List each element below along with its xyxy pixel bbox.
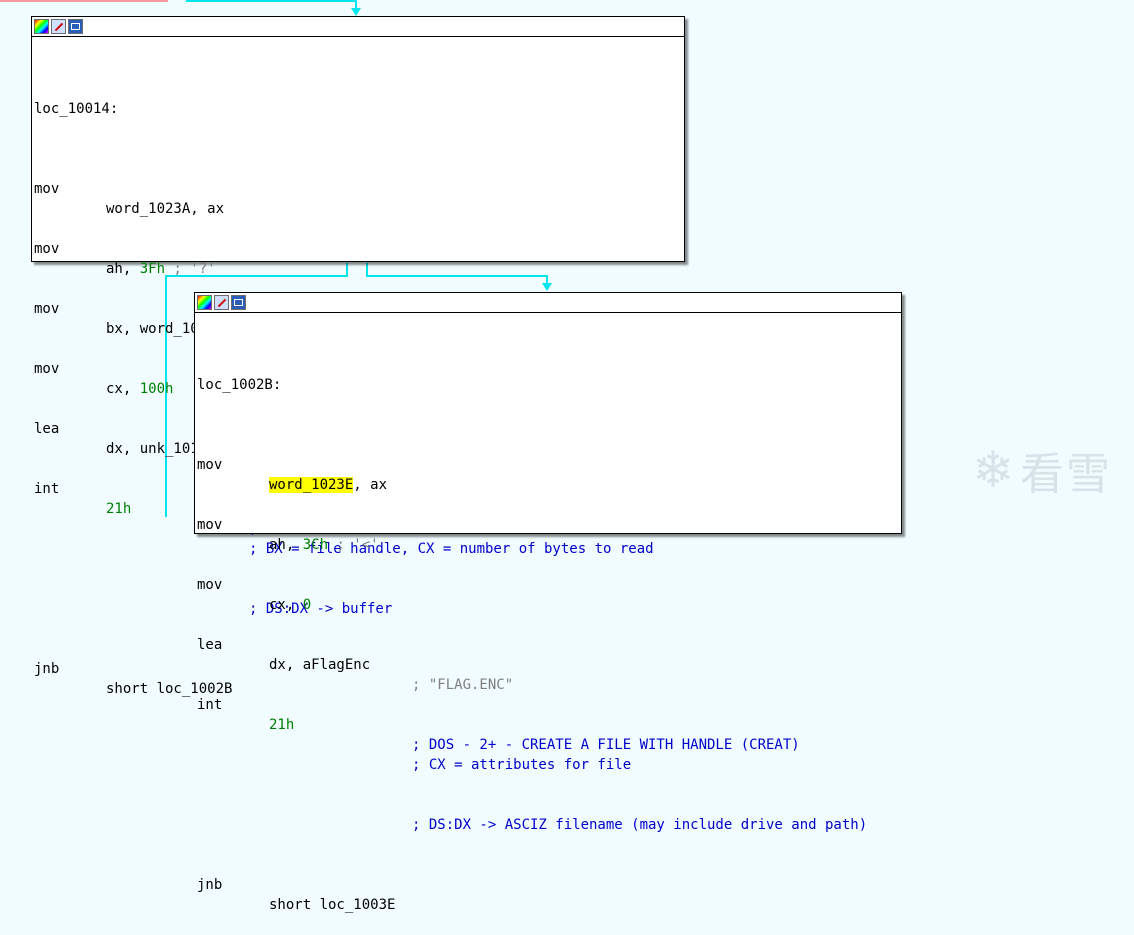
block-titlebar: [32, 17, 684, 37]
snowflake-icon: ❄: [972, 441, 1016, 499]
graph-icon[interactable]: [231, 295, 246, 310]
edge-into-node1: [186, 0, 357, 10]
comment: ; DS:DX -> ASCIZ filename (may include d…: [412, 817, 868, 833]
code-listing: loc_1002B: mov word_1023E, ax mov ah, 3C…: [195, 313, 901, 915]
immediate-value: 21h: [269, 717, 295, 733]
color-icon[interactable]: [34, 19, 49, 34]
instruction-line[interactable]: mov ah, 3Fh ; '?': [34, 219, 684, 277]
instruction-line[interactable]: mov word_1023A, ax: [34, 159, 684, 217]
code-label[interactable]: loc_1002B:: [197, 375, 901, 395]
instruction-line[interactable]: mov ah, 3Ch ; '<': [197, 495, 901, 553]
code-block-loc-10014[interactable]: loc_10014: mov word_1023A, ax mov ah, 3F…: [31, 16, 685, 697]
comment: ; CX = attributes for file: [412, 757, 632, 773]
graph-icon[interactable]: [68, 19, 83, 34]
instruction-line[interactable]: int 21h ; DOS - 2+ - CREATE A FILE WITH …: [197, 675, 901, 753]
instruction-line[interactable]: mov cx, 0: [197, 555, 901, 613]
watermark-text: 看雪: [1020, 449, 1112, 500]
instruction-line[interactable]: lea dx, aFlagEnc ; "FLAG.ENC": [197, 615, 901, 693]
immediate-value: 3Ch: [302, 537, 329, 553]
edit-icon[interactable]: [51, 19, 66, 34]
immediate-value: 100h: [139, 381, 174, 397]
instruction-line[interactable]: mov word_1023E, ax: [197, 435, 901, 493]
code-label[interactable]: loc_10014:: [34, 99, 684, 119]
watermark: ❄ 看雪: [972, 438, 1112, 502]
instruction-line[interactable]: jnb short loc_1003E: [197, 855, 901, 913]
comment-line[interactable]: ; DS:DX -> ASCIZ filename (may include d…: [197, 795, 901, 833]
arrowhead-node1: [351, 8, 361, 16]
immediate-value: 0: [302, 597, 312, 613]
comment-line[interactable]: ; CX = attributes for file: [197, 735, 901, 773]
color-icon[interactable]: [197, 295, 212, 310]
code-block-loc-1002b[interactable]: loc_1002B: mov word_1023E, ax mov ah, 3C…: [194, 292, 902, 913]
highlighted-operand[interactable]: word_1023E: [269, 477, 354, 493]
immediate-value: 3Fh: [139, 261, 166, 277]
edit-icon[interactable]: [214, 295, 229, 310]
block-titlebar: [195, 293, 901, 313]
immediate-value: 21h: [106, 501, 132, 517]
